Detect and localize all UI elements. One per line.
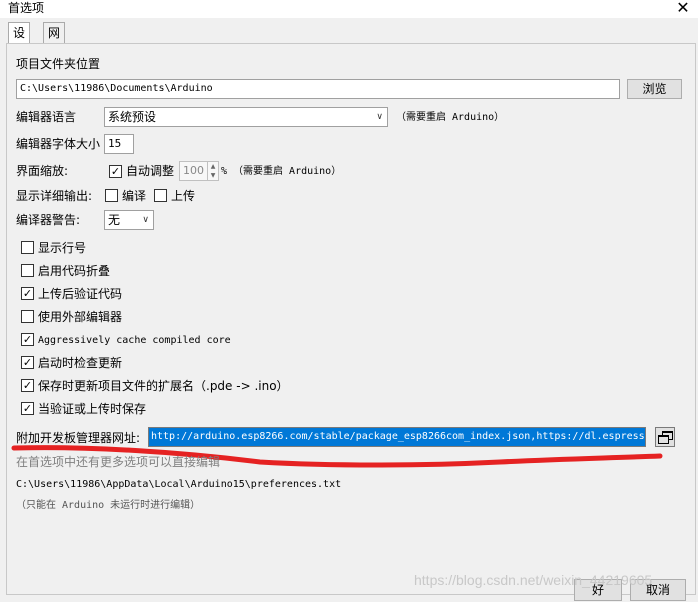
watermark: https://blog.csdn.net/weixin_44219605 — [414, 572, 653, 588]
more-preferences-hint: 在首选项中还有更多选项可以直接编辑 — [16, 455, 221, 469]
preferences-file-path: C:\Users\11986\AppData\Local\Arduino15\p… — [16, 479, 342, 490]
edit-only-when-closed-note: （只能在 Arduino 未运行时进行编辑） — [16, 500, 201, 511]
preferences-window: 首选项 ✕ 设置 网络 项目文件夹位置 C:\Users\11986\Docum… — [0, 0, 698, 602]
